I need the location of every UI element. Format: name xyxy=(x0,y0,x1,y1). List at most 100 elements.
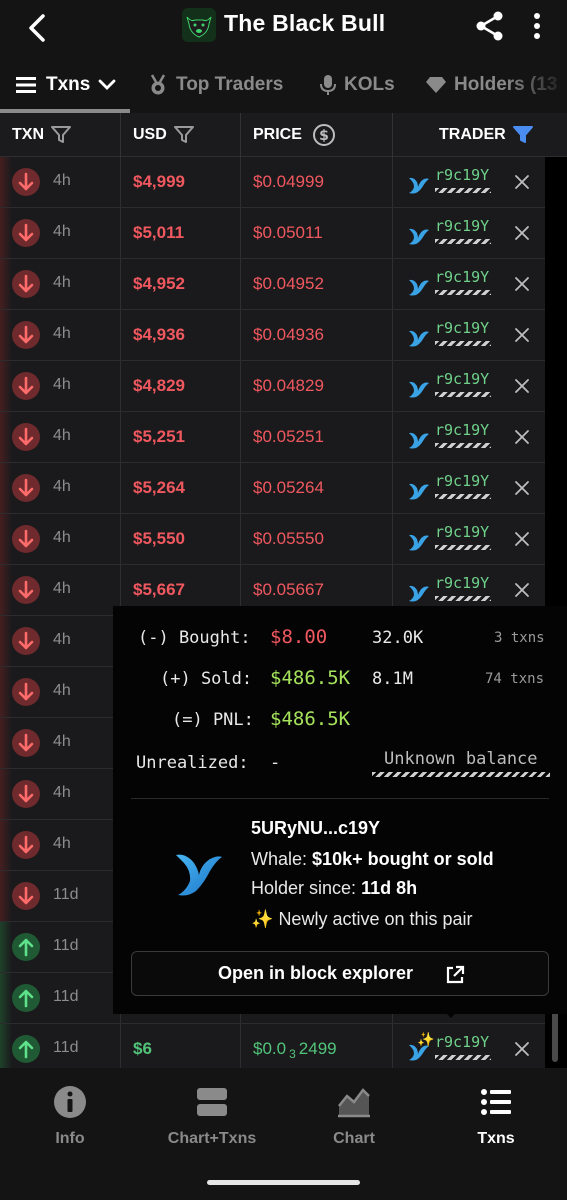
close-icon[interactable] xyxy=(514,429,530,445)
row-side-highlight xyxy=(0,514,12,564)
txn-age: 11d xyxy=(53,1039,79,1056)
scrollbar[interactable] xyxy=(552,1010,558,1062)
split-view-icon xyxy=(197,1088,227,1116)
external-link-icon xyxy=(446,965,465,984)
filter-icon[interactable] xyxy=(50,125,72,145)
table-row[interactable]: 4h $4,829 $0.04829 r9c19Y xyxy=(0,361,545,412)
sell-arrow-icon xyxy=(12,831,40,859)
column-divider xyxy=(120,463,121,513)
trader-id[interactable]: r9c19Y xyxy=(435,268,489,286)
dollar-circle-icon[interactable]: $ xyxy=(312,123,336,147)
close-icon[interactable] xyxy=(514,225,530,241)
tab-top-traders[interactable]: Top Traders xyxy=(148,56,283,113)
medal-icon xyxy=(150,73,166,94)
txn-age: 4h xyxy=(53,580,71,597)
close-icon[interactable] xyxy=(514,378,530,394)
column-divider xyxy=(240,361,241,411)
column-divider xyxy=(240,259,241,309)
trader-id[interactable]: r9c19Y xyxy=(435,472,489,490)
tab-txns-label: Txns xyxy=(46,73,91,95)
more-vertical-icon[interactable] xyxy=(524,8,550,44)
table-row[interactable]: 4h $4,952 $0.04952 r9c19Y xyxy=(0,259,545,310)
table-row[interactable]: 4h $5,251 $0.05251 r9c19Y xyxy=(0,412,545,463)
holder-prefix: Holder since: xyxy=(251,878,357,898)
trader-id[interactable]: r9c19Y xyxy=(435,370,489,388)
column-divider xyxy=(392,412,393,462)
column-price[interactable]: PRICE $ xyxy=(253,113,336,157)
column-trader[interactable]: TRADER xyxy=(439,113,534,157)
close-icon[interactable] xyxy=(514,327,530,343)
trader-id[interactable]: r9c19Y xyxy=(435,319,489,337)
txn-age: 4h xyxy=(53,223,71,240)
table-row[interactable]: 4h $4,999 $0.04999 r9c19Y xyxy=(0,157,545,208)
row-side-highlight xyxy=(0,718,12,768)
row-side-highlight xyxy=(0,361,12,411)
trader-id[interactable]: r9c19Y xyxy=(435,574,489,592)
trader-id[interactable]: r9c19Y xyxy=(435,523,489,541)
open-block-explorer-button[interactable]: Open in block explorer xyxy=(131,951,549,996)
trader-id[interactable]: r9c19Y xyxy=(435,1033,489,1051)
table-row[interactable]: 4h $5,011 $0.05011 r9c19Y xyxy=(0,208,545,259)
trader-hatch xyxy=(435,443,491,448)
close-icon[interactable] xyxy=(514,174,530,190)
diamond-icon xyxy=(426,76,446,93)
nav-info[interactable]: Info xyxy=(0,1084,140,1148)
back-arrow-icon[interactable] xyxy=(18,8,58,48)
svg-text:$: $ xyxy=(319,128,329,144)
sparkle-icon: ✨ xyxy=(417,1031,435,1047)
column-divider xyxy=(240,310,241,360)
bought-tokens: 32.0K xyxy=(372,628,424,648)
sold-usd: $486.5K xyxy=(270,667,351,689)
close-icon[interactable] xyxy=(514,276,530,292)
nav-txns[interactable]: Txns xyxy=(426,1084,566,1148)
close-icon[interactable] xyxy=(514,1041,530,1057)
tabs-fade xyxy=(507,56,567,113)
whale-icon xyxy=(409,483,429,500)
tab-kols[interactable]: KOLs xyxy=(320,56,395,113)
bought-label: (-) Bought: xyxy=(138,628,251,648)
txn-age: 4h xyxy=(53,682,71,699)
txn-price: $0.04999 xyxy=(253,172,324,191)
table-row[interactable]: 4h $5,264 $0.05264 r9c19Y xyxy=(0,463,545,514)
trader-hatch xyxy=(435,341,491,346)
row-side-highlight xyxy=(0,820,12,870)
trader-id[interactable]: r9c19Y xyxy=(435,421,489,439)
close-icon[interactable] xyxy=(514,531,530,547)
nav-chart-txns[interactable]: Chart+Txns xyxy=(142,1084,282,1148)
txn-usd: $4,936 xyxy=(133,325,185,344)
tab-top-traders-label: Top Traders xyxy=(176,73,284,95)
close-icon[interactable] xyxy=(514,480,530,496)
list-icon xyxy=(481,1089,511,1115)
column-divider xyxy=(392,310,393,360)
trader-id[interactable]: r9c19Y xyxy=(435,166,489,184)
filter-active-icon[interactable] xyxy=(512,125,534,145)
buy-arrow-icon xyxy=(12,933,40,961)
table-row[interactable]: 4h $4,936 $0.04936 r9c19Y xyxy=(0,310,545,361)
txn-price: $0.05251 xyxy=(253,427,324,446)
sell-arrow-icon xyxy=(12,219,40,247)
column-usd[interactable]: USD xyxy=(133,113,195,157)
tab-kols-label: KOLs xyxy=(344,73,395,95)
trader-id[interactable]: r9c19Y xyxy=(435,217,489,235)
share-icon[interactable] xyxy=(472,8,508,44)
close-icon[interactable] xyxy=(514,582,530,598)
table-header: TXN USD PRICE $ TRADER xyxy=(0,113,567,157)
nav-chart[interactable]: Chart xyxy=(284,1084,424,1148)
explorer-button-label: Open in block explorer xyxy=(218,963,414,983)
whale-value: $10k+ bought or sold xyxy=(312,849,494,869)
column-divider xyxy=(240,208,241,258)
column-txn[interactable]: TXN xyxy=(12,113,72,157)
txn-age: 11d xyxy=(53,988,79,1005)
sell-arrow-icon xyxy=(12,729,40,757)
row-side-highlight xyxy=(0,208,12,258)
sell-arrow-icon xyxy=(12,474,40,502)
unrealized-value: - xyxy=(270,753,281,773)
sell-arrow-icon xyxy=(12,372,40,400)
filter-icon[interactable] xyxy=(173,125,195,145)
table-row[interactable]: 4h $5,550 $0.05550 r9c19Y xyxy=(0,514,545,565)
newly-active-info: ✨ Newly active on this pair xyxy=(251,909,473,930)
row-side-highlight xyxy=(0,259,12,309)
tab-txns[interactable]: Txns xyxy=(16,56,124,113)
column-divider xyxy=(120,208,121,258)
txn-age: 4h xyxy=(53,376,71,393)
